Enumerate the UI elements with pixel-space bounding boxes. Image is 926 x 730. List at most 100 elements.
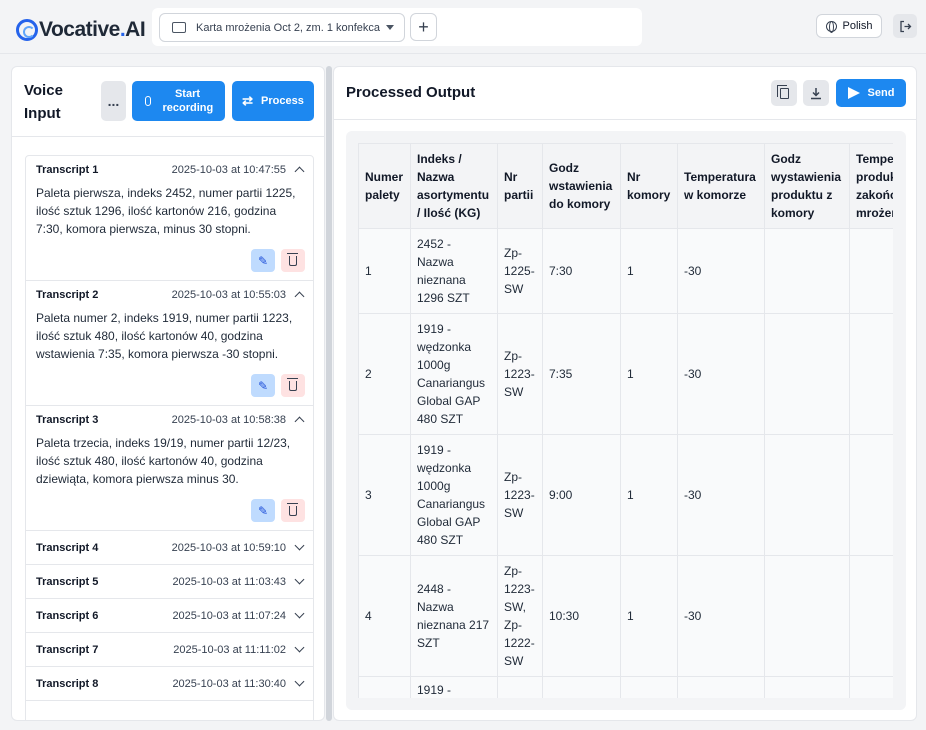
chevron-down-icon[interactable] bbox=[294, 540, 305, 551]
folder-icon bbox=[172, 22, 186, 33]
table-header-row: Numer palety Indeks / Nazwa asortymentu … bbox=[358, 143, 893, 229]
transcript-header[interactable]: Transcript 1 2025-10-03 at 10:47:55 bbox=[26, 156, 313, 184]
transcript-item[interactable]: Transcript 4 2025-10-03 at 10:59:10 bbox=[26, 531, 313, 565]
output-table-scroll[interactable]: Numer palety Indeks / Nazwa asortymentu … bbox=[358, 143, 893, 698]
table-cell: Zp-1223-SW bbox=[497, 313, 543, 435]
transcript-time: 2025-10-03 at 10:55:03 bbox=[171, 289, 286, 301]
output-table: Numer palety Indeks / Nazwa asortymentu … bbox=[358, 143, 893, 698]
column-header: Godz wystawienia produktu z komory bbox=[764, 143, 850, 229]
document-select[interactable]: Karta mrożenia Oct 2, zm. 1 konfekca bbox=[159, 13, 405, 42]
table-cell: 2452 - Nazwa nieznana 1296 SZT bbox=[410, 228, 498, 314]
chevron-up-icon[interactable] bbox=[294, 416, 305, 427]
chevron-down-icon[interactable] bbox=[294, 608, 305, 619]
table-cell bbox=[497, 676, 543, 698]
transcript-time: 2025-10-03 at 11:11:02 bbox=[173, 643, 286, 656]
transcript-header[interactable]: Transcript 3 2025-10-03 at 10:58:38 bbox=[26, 406, 313, 434]
table-cell bbox=[620, 676, 678, 698]
document-select-label: Karta mrożenia Oct 2, zm. 1 konfekca bbox=[196, 21, 381, 34]
transcript-name: Transcript 6 bbox=[36, 609, 99, 622]
table-cell: 1 bbox=[620, 313, 678, 435]
logout-button[interactable] bbox=[893, 14, 917, 38]
column-header: Temperatura produktu zakończenia mrożeni… bbox=[849, 143, 893, 229]
process-label: Process bbox=[261, 95, 304, 107]
edit-transcript-button[interactable]: ✎ bbox=[251, 374, 275, 397]
download-icon bbox=[811, 87, 821, 99]
add-document-button[interactable]: + bbox=[410, 13, 437, 41]
table-cell: 4 bbox=[358, 555, 411, 677]
transcript-name: Transcript 1 bbox=[36, 164, 99, 176]
chevron-down-icon[interactable] bbox=[294, 642, 305, 653]
transcript-time: 2025-10-03 at 10:47:55 bbox=[171, 164, 286, 176]
delete-transcript-button[interactable] bbox=[281, 249, 305, 272]
table-row: 4 2448 - Nazwa nieznana 217 SZT Zp-1223-… bbox=[358, 555, 893, 677]
transcript-item[interactable]: Transcript 7 2025-10-03 at 11:11:02 bbox=[26, 633, 313, 667]
top-bar: Vocative.AI Karta mrożenia Oct 2, zm. 1 … bbox=[0, 0, 926, 54]
trash-icon bbox=[287, 502, 298, 516]
microphone-icon bbox=[144, 96, 151, 106]
send-button[interactable]: Send bbox=[836, 79, 906, 107]
transcript-name: Transcript 7 bbox=[36, 643, 99, 656]
column-header: Indeks / Nazwa asortymentu / Ilość (KG) bbox=[410, 143, 498, 229]
transcript-item: Transcript 1 2025-10-03 at 10:47:55 Pale… bbox=[26, 156, 313, 281]
transcript-header[interactable]: Transcript 6 2025-10-03 at 11:07:24 bbox=[26, 599, 313, 632]
table-cell bbox=[764, 228, 850, 314]
transcript-header[interactable]: Transcript 8 2025-10-03 at 11:30:40 bbox=[26, 667, 313, 700]
language-button[interactable]: Polish bbox=[816, 14, 882, 38]
delete-transcript-button[interactable] bbox=[281, 499, 305, 522]
delete-transcript-button[interactable] bbox=[281, 374, 305, 397]
transcript-list: Transcript 1 2025-10-03 at 10:47:55 Pale… bbox=[25, 155, 314, 720]
transcript-header[interactable]: Transcript 5 2025-10-03 at 11:03:43 bbox=[26, 565, 313, 598]
swap-icon: ⇄ bbox=[242, 93, 254, 108]
start-recording-label: Start recording bbox=[162, 88, 214, 114]
trash-icon bbox=[287, 252, 298, 266]
transcript-item[interactable]: Transcript 5 2025-10-03 at 11:03:43 bbox=[26, 565, 313, 599]
transcript-time: 2025-10-03 at 11:07:24 bbox=[172, 609, 286, 622]
transcript-item[interactable]: Transcript 8 2025-10-03 at 11:30:40 bbox=[26, 667, 313, 701]
chevron-down-icon[interactable] bbox=[294, 574, 305, 585]
table-cell: 1919 - wędzonka 1000g Canariangus Global… bbox=[410, 434, 498, 556]
copy-button[interactable] bbox=[771, 80, 797, 106]
send-icon bbox=[847, 87, 860, 99]
edit-transcript-button[interactable]: ✎ bbox=[251, 499, 275, 522]
panel-resize-handle[interactable] bbox=[326, 66, 332, 721]
column-header: Godz wstawienia do komory bbox=[542, 143, 621, 229]
transcript-name: Transcript 8 bbox=[36, 677, 99, 690]
transcript-text: Paleta pierwsza, indeks 2452, numer part… bbox=[36, 186, 296, 236]
table-cell: -30 bbox=[677, 434, 765, 556]
transcript-name: Transcript 4 bbox=[36, 541, 99, 554]
edit-transcript-button[interactable]: ✎ bbox=[251, 249, 275, 272]
transcript-header[interactable]: Transcript 7 2025-10-03 at 11:11:02 bbox=[26, 633, 313, 666]
table-cell bbox=[849, 676, 893, 698]
table-cell: -30 bbox=[677, 555, 765, 677]
chevron-up-icon[interactable] bbox=[294, 291, 305, 302]
transcript-time: 2025-10-03 at 11:30:40 bbox=[172, 677, 286, 690]
column-header: Nr partii bbox=[497, 143, 543, 229]
column-header: Nr komory bbox=[620, 143, 678, 229]
transcript-item: Transcript 3 2025-10-03 at 10:58:38 Pale… bbox=[26, 406, 313, 531]
globe-icon bbox=[825, 20, 837, 33]
pencil-icon: ✎ bbox=[257, 253, 269, 268]
table-cell bbox=[677, 676, 765, 698]
more-options-button[interactable]: ... bbox=[101, 81, 126, 121]
table-cell: 1 bbox=[358, 228, 411, 314]
process-button[interactable]: ⇄ Process bbox=[232, 81, 314, 121]
table-cell bbox=[849, 313, 893, 435]
output-table-container: Numer palety Indeks / Nazwa asortymentu … bbox=[346, 131, 906, 710]
chevron-down-icon[interactable] bbox=[294, 676, 305, 687]
table-cell: 2448 - Nazwa nieznana 217 SZT bbox=[410, 555, 498, 677]
table-row: 1919 - bbox=[358, 676, 893, 698]
pencil-icon: ✎ bbox=[257, 378, 269, 393]
transcript-header[interactable]: Transcript 2 2025-10-03 at 10:55:03 bbox=[26, 281, 313, 309]
table-cell: -30 bbox=[677, 228, 765, 314]
table-cell bbox=[849, 555, 893, 677]
table-cell: 10:30 bbox=[542, 555, 621, 677]
table-cell: 1 bbox=[620, 228, 678, 314]
voice-input-panel: Voice Input ... Start recording ⇄ Proces… bbox=[11, 66, 325, 721]
download-button[interactable] bbox=[803, 80, 829, 106]
chevron-up-icon[interactable] bbox=[294, 166, 305, 177]
logout-icon bbox=[899, 20, 911, 32]
table-cell: 1 bbox=[620, 434, 678, 556]
transcript-item[interactable]: Transcript 6 2025-10-03 at 11:07:24 bbox=[26, 599, 313, 633]
start-recording-button[interactable]: Start recording bbox=[132, 81, 225, 121]
transcript-header[interactable]: Transcript 4 2025-10-03 at 10:59:10 bbox=[26, 531, 313, 564]
